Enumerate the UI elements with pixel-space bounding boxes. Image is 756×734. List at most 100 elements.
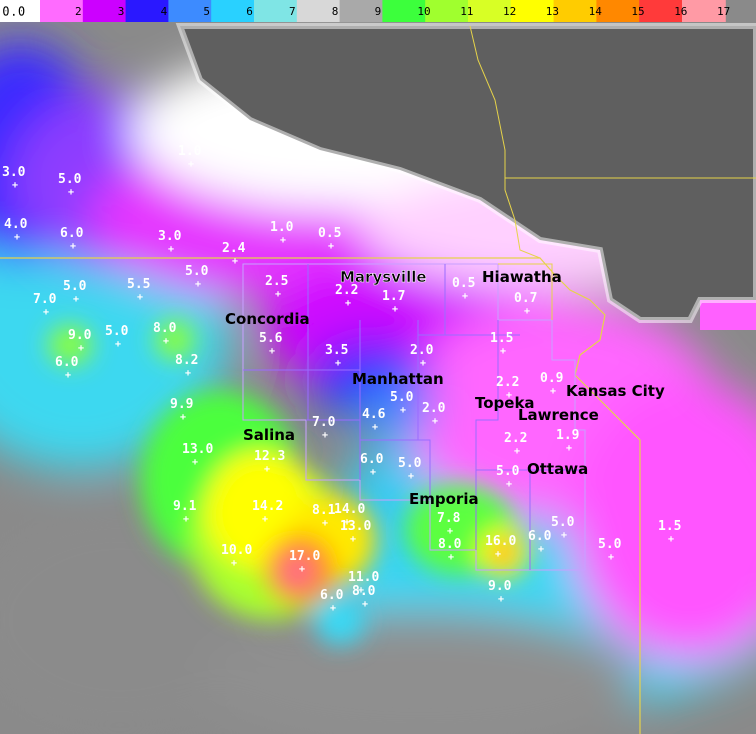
station-marker: + — [299, 564, 305, 575]
station-marker: + — [668, 534, 674, 545]
station-marker: + — [195, 279, 201, 290]
station-marker: + — [264, 464, 270, 475]
station-value: 2.2 — [504, 431, 527, 446]
colorbar-tick-label: 14 — [589, 5, 603, 18]
station-value: 9.1 — [173, 499, 197, 514]
station-value: 0.5 — [452, 276, 475, 291]
station-marker: + — [12, 180, 18, 191]
station-value: 8.2 — [175, 353, 198, 368]
station-marker: + — [68, 187, 74, 198]
station-marker: + — [400, 405, 406, 416]
station-value: 10.0 — [221, 543, 252, 558]
station-value: 2.2 — [496, 375, 519, 390]
colorbar-start-label: 0.0 — [2, 5, 26, 20]
city-label-concordia: Concordia — [225, 310, 310, 328]
city-label-ottawa: Ottawa — [527, 460, 588, 478]
station-value: 5.0 — [551, 515, 575, 530]
station-value: 5.0 — [496, 464, 520, 479]
station-value: 5.0 — [58, 172, 82, 187]
station-value: 5.0 — [398, 456, 422, 471]
station-marker: + — [328, 241, 334, 252]
station-marker: + — [372, 422, 378, 433]
station-marker: + — [232, 256, 238, 267]
station-marker: + — [370, 467, 376, 478]
station-value: 1.0 — [178, 144, 202, 159]
station-value: 13.0 — [182, 442, 213, 457]
station-marker: + — [183, 514, 189, 525]
station-marker: + — [448, 552, 454, 563]
station-marker: + — [345, 298, 351, 309]
colorbar-tick-label: 11 — [460, 5, 473, 18]
station-marker: + — [14, 232, 20, 243]
precip-field — [0, 0, 756, 734]
station-value: 17.0 — [289, 549, 320, 564]
colorbar-tick-label: 9 — [375, 5, 382, 18]
station-marker: + — [362, 599, 368, 610]
city-label-manhattan: Manhattan — [352, 370, 444, 388]
colorbar-tick-label: 4 — [161, 5, 168, 18]
station-marker: + — [137, 292, 143, 303]
station-value: 13.0 — [340, 519, 371, 534]
colorbar-tick-label: 13 — [546, 5, 559, 18]
colorbar-tick-label: 7 — [289, 5, 296, 18]
color-scale-bar: 0.0 2 3 4 5 6 7 8 9 10 11 12 13 14 15 16 17 — [0, 0, 730, 22]
station-value: 7.0 — [33, 292, 57, 307]
station-marker: + — [70, 241, 76, 252]
city-label-salina: Salina — [243, 426, 295, 444]
station-marker: + — [524, 306, 530, 317]
station-value: 9.0 — [488, 579, 512, 594]
station-value: 6.0 — [60, 226, 84, 241]
city-label-hiawatha: Hiawatha — [482, 268, 562, 286]
colorbar-tick-label: 15 — [631, 5, 644, 18]
station-value: 1.0 — [270, 220, 294, 235]
station-marker: + — [180, 412, 186, 423]
station-value: 1.5 — [490, 331, 513, 346]
station-marker: + — [538, 544, 544, 555]
colorbar-tick-label: 5 — [203, 5, 210, 18]
station-value: 11.0 — [348, 570, 379, 585]
station-marker: + — [350, 534, 356, 545]
station-value: 9.0 — [68, 328, 92, 343]
station-marker: + — [335, 358, 341, 369]
station-marker: + — [392, 304, 398, 315]
colorbar-tick-label: 3 — [118, 5, 125, 18]
station-value: 1.7 — [382, 289, 405, 304]
colorbar-tick-label: 17 — [717, 5, 730, 18]
station-value: 3.0 — [158, 229, 182, 244]
station-value: 6.0 — [360, 452, 384, 467]
station-value: 6.0 — [320, 588, 344, 603]
station-value: 4.6 — [362, 407, 386, 422]
station-marker: + — [322, 430, 328, 441]
station-value: 9.9 — [170, 397, 193, 412]
station-value: 1.9 — [556, 428, 579, 443]
station-marker: + — [322, 518, 328, 529]
station-value: 5.0 — [390, 390, 414, 405]
station-value: 6.0 — [55, 355, 79, 370]
station-value: 5.6 — [259, 331, 283, 346]
station-marker: + — [269, 346, 275, 357]
station-value: 4.0 — [4, 217, 28, 232]
station-value: 5.0 — [63, 279, 87, 294]
city-label-emporia: Emporia — [409, 490, 479, 508]
station-value: 5.0 — [185, 264, 209, 279]
precip-map: Marysville Hiawatha Concordia Manhattan … — [0, 0, 756, 734]
station-marker: + — [192, 457, 198, 468]
station-marker: + — [495, 549, 501, 560]
station-marker: + — [561, 530, 567, 541]
station-value: 1.5 — [658, 519, 681, 534]
station-marker: + — [408, 471, 414, 482]
colorbar-tick-label: 6 — [246, 5, 253, 18]
station-marker: + — [275, 289, 281, 300]
station-marker: + — [550, 386, 556, 397]
station-marker: + — [500, 346, 506, 357]
station-marker: + — [262, 514, 268, 525]
station-marker: + — [115, 339, 121, 350]
station-marker: + — [506, 479, 512, 490]
station-marker: + — [566, 443, 572, 454]
station-value: 5.5 — [127, 277, 150, 292]
station-value: 2.5 — [265, 274, 288, 289]
station-marker: + — [498, 594, 504, 605]
station-marker: + — [73, 294, 79, 305]
colorbar-tick-label: 12 — [503, 5, 516, 18]
map-canvas: Marysville Hiawatha Concordia Manhattan … — [0, 0, 756, 734]
